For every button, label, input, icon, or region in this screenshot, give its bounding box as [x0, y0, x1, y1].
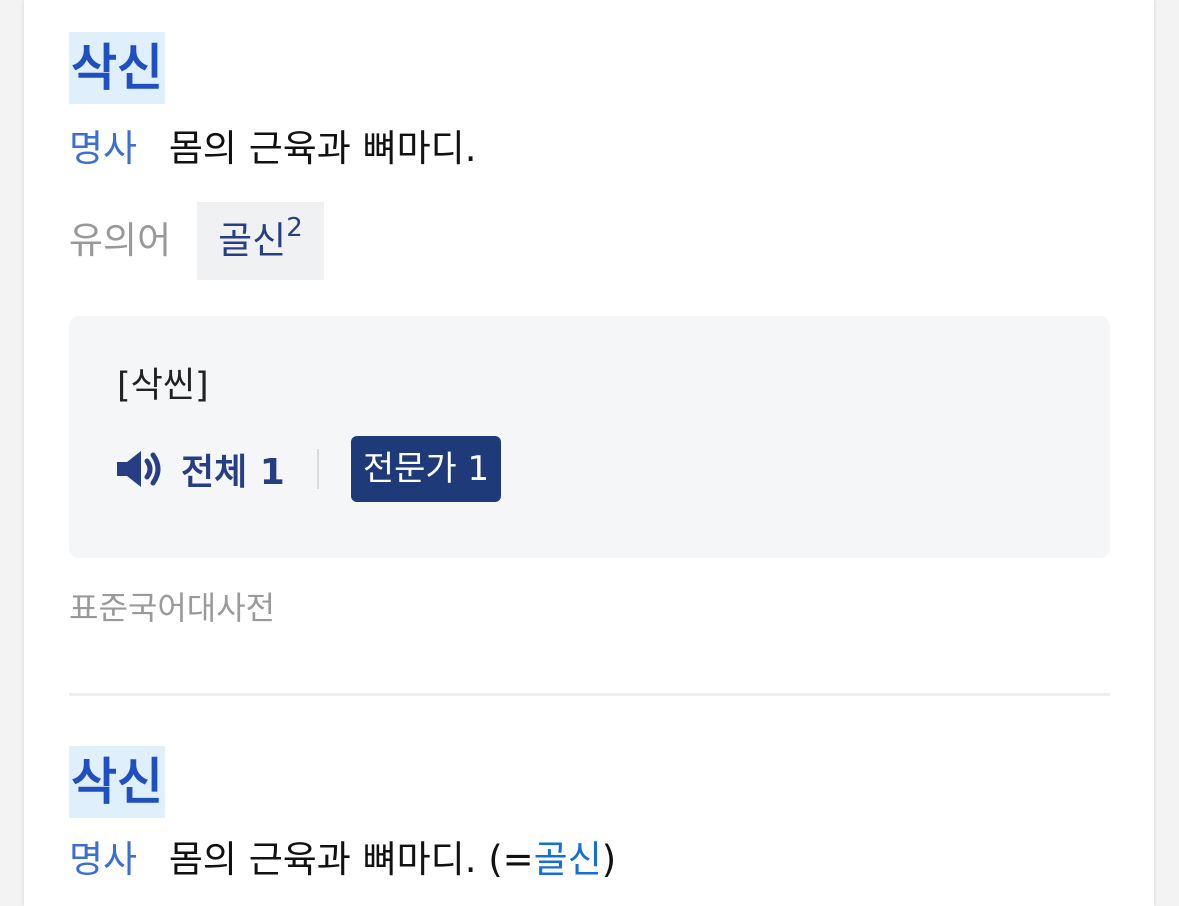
definition-text: 몸의 근육과 뼈마디.: [168, 127, 477, 170]
reference-close: ): [601, 838, 617, 881]
speaker-icon[interactable]: [117, 449, 167, 489]
part-of-speech: 명사: [69, 838, 138, 881]
divider: [316, 449, 319, 489]
definition-text: 몸의 근육과 뼈마디.: [168, 838, 477, 881]
reference-open: (=: [476, 838, 534, 881]
reference-link[interactable]: 골신: [534, 838, 602, 881]
dictionary-entry: 삭신 명사 몸의 근육과 뼈마디. (=골신): [69, 746, 1110, 906]
pronunciation-text: [삭씬]: [117, 366, 209, 406]
source-label[interactable]: 표준국어대사전: [69, 586, 275, 630]
synonym-label: 유의어: [69, 219, 172, 262]
entry-divider: [69, 693, 1110, 696]
headword[interactable]: 삭신: [69, 32, 165, 104]
audio-all-button[interactable]: 전체 1: [181, 443, 285, 495]
synonym-word: 골신: [218, 219, 287, 262]
audio-row: 전체 1 전문가 1: [117, 436, 502, 502]
headword[interactable]: 삭신: [69, 746, 165, 818]
synonym-superscript: 2: [286, 212, 303, 243]
synonym-row: 유의어 골신2: [69, 202, 324, 280]
definition-line: 명사 몸의 근육과 뼈마디. (=골신): [69, 835, 616, 885]
part-of-speech: 명사: [69, 127, 138, 170]
expert-audio-button[interactable]: 전문가 1: [350, 436, 502, 502]
dictionary-card: 삭신 명사 몸의 근육과 뼈마디. 유의어 골신2 [삭씬] 전체 1 전문가 …: [24, 0, 1154, 906]
synonym-chip[interactable]: 골신2: [197, 202, 324, 280]
definition-line: 명사 몸의 근육과 뼈마디.: [69, 124, 476, 174]
